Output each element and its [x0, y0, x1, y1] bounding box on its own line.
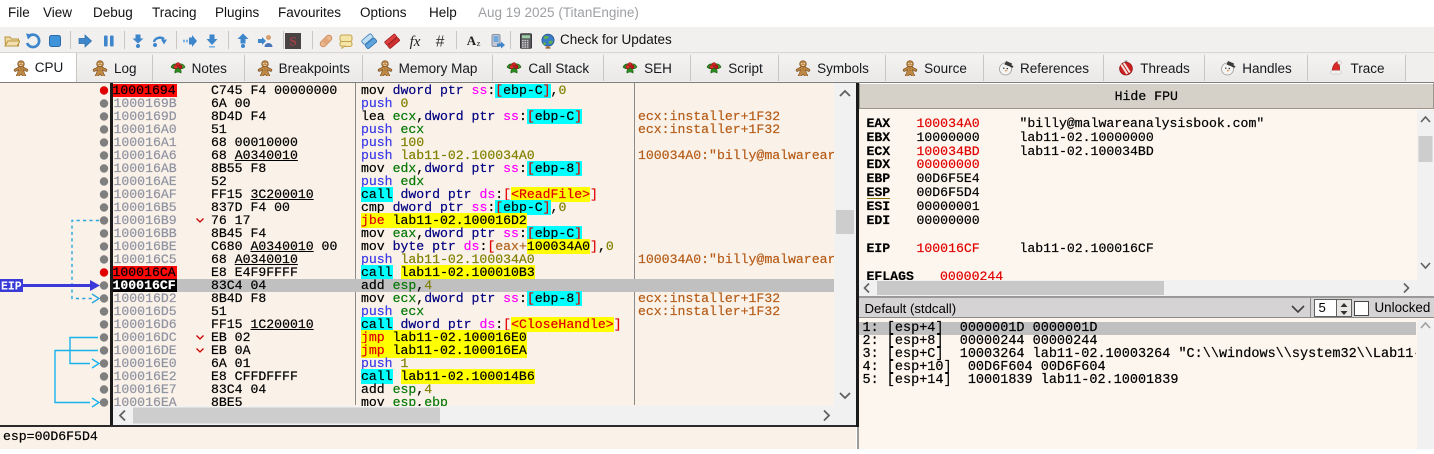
- svg-text:fx: fx: [410, 34, 421, 49]
- svg-text:#: #: [436, 34, 445, 50]
- svg-text:EIP: EIP: [1, 281, 22, 294]
- svg-text:A: A: [467, 33, 477, 48]
- svg-text:z: z: [477, 38, 481, 48]
- svg-text:S: S: [289, 34, 296, 49]
